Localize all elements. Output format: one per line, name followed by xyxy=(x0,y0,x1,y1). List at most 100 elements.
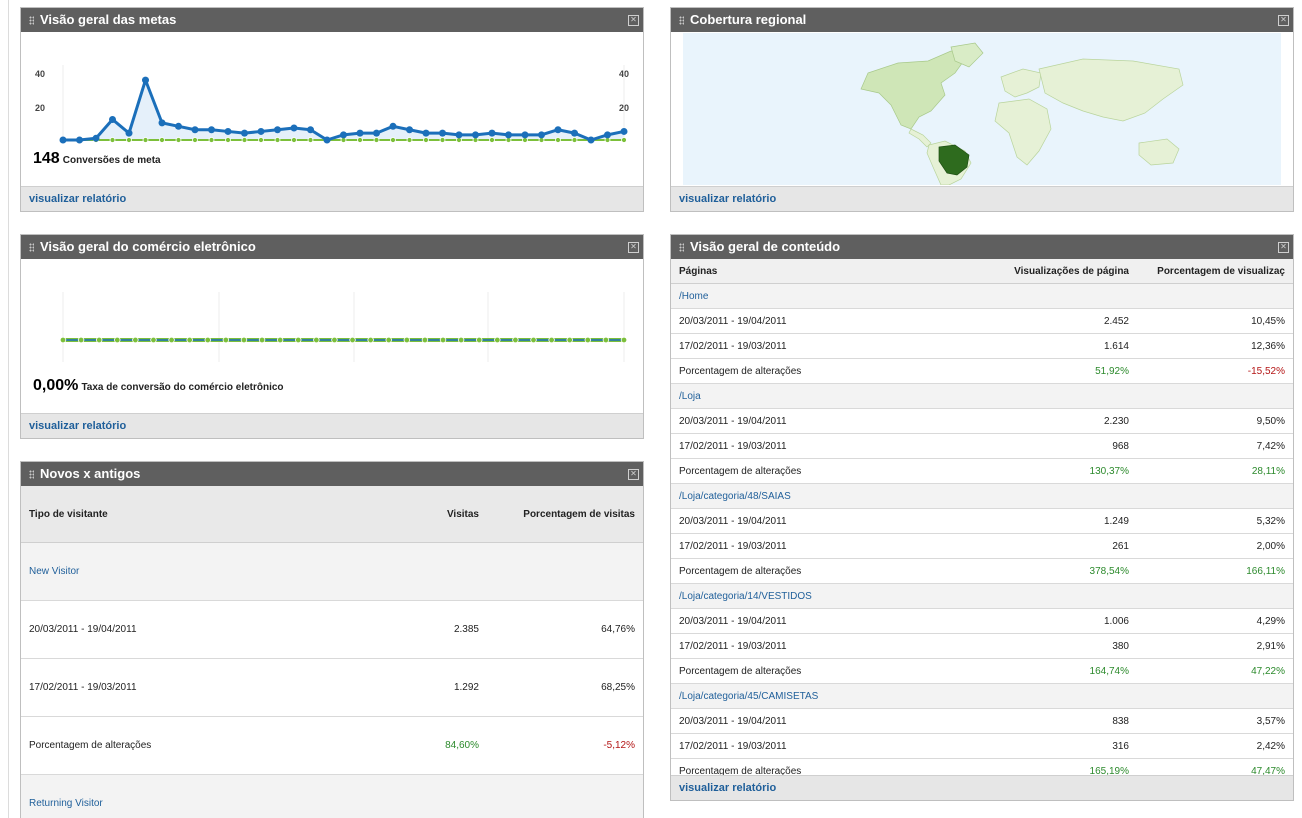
goals-series-2-point[interactable] xyxy=(274,137,281,143)
visitors-widget-header[interactable]: Novos x antigos ✕ xyxy=(21,462,643,486)
ecommerce-series-point[interactable] xyxy=(421,336,429,344)
ecommerce-series-point[interactable] xyxy=(566,336,573,344)
ecommerce-series-point[interactable] xyxy=(403,336,411,344)
goals-series-2-point[interactable] xyxy=(357,137,363,143)
ecommerce-series-point[interactable] xyxy=(331,336,338,344)
goals-series-2-point[interactable] xyxy=(390,137,396,143)
ecommerce-series-point[interactable] xyxy=(548,336,555,344)
ecommerce-series-point[interactable] xyxy=(186,336,193,344)
col-visits[interactable]: Visitas xyxy=(363,486,487,543)
ecommerce-series-point[interactable] xyxy=(584,336,592,344)
ecommerce-widget-header[interactable]: Visão geral do comércio eletrônico ✕ xyxy=(21,235,643,259)
goals-series-2-point[interactable] xyxy=(489,137,495,143)
content-page-link[interactable]: /Loja xyxy=(679,391,701,402)
col-pages[interactable]: Páginas xyxy=(671,259,911,284)
goals-series-2-point[interactable] xyxy=(159,137,165,143)
goals-series-2-point[interactable] xyxy=(241,137,248,143)
goals-series-2-point[interactable] xyxy=(126,137,132,143)
goals-series-1-point[interactable] xyxy=(620,127,628,135)
col-pageviews[interactable]: Visualizações de página xyxy=(910,259,1137,284)
ecommerce-series-point[interactable] xyxy=(222,336,230,344)
drag-grip-icon[interactable] xyxy=(679,16,684,25)
goals-series-1-point[interactable] xyxy=(488,129,496,137)
ecommerce-series-point[interactable] xyxy=(494,336,501,344)
content-page-link[interactable]: /Loja/categoria/14/VESTIDOS xyxy=(679,591,812,602)
goals-series-1-point[interactable] xyxy=(604,131,611,139)
ecommerce-series-point[interactable] xyxy=(95,336,103,344)
goals-series-1-point[interactable] xyxy=(356,129,364,137)
goals-series-1-point[interactable] xyxy=(208,126,215,134)
ecommerce-series-point[interactable] xyxy=(602,336,610,344)
close-icon[interactable]: ✕ xyxy=(628,469,639,480)
goals-series-2-point[interactable] xyxy=(406,137,413,143)
close-icon[interactable]: ✕ xyxy=(628,242,639,253)
close-icon[interactable]: ✕ xyxy=(1278,242,1289,253)
ecommerce-series-point[interactable] xyxy=(150,336,157,344)
region-widget-header[interactable]: Cobertura regional ✕ xyxy=(671,8,1293,32)
content-widget-header[interactable]: Visão geral de conteúdo ✕ xyxy=(671,235,1293,259)
ecommerce-series-point[interactable] xyxy=(385,336,392,344)
ecommerce-series-point[interactable] xyxy=(313,336,320,344)
goals-series-1-point[interactable] xyxy=(109,115,116,123)
drag-grip-icon[interactable] xyxy=(679,243,684,252)
ecommerce-series-point[interactable] xyxy=(295,336,302,344)
ecommerce-series-point[interactable] xyxy=(367,336,374,344)
ecommerce-series-point[interactable] xyxy=(349,336,356,344)
goals-series-1-point[interactable] xyxy=(323,136,331,144)
goals-series-1-point[interactable] xyxy=(472,131,479,139)
goals-series-1-point[interactable] xyxy=(158,119,166,127)
goals-series-1-point[interactable] xyxy=(191,126,199,134)
goals-series-1-point[interactable] xyxy=(571,129,578,137)
goals-series-1-point[interactable] xyxy=(554,126,562,134)
goals-series-1-point[interactable] xyxy=(125,129,133,137)
goals-series-1-point[interactable] xyxy=(373,129,380,137)
goals-series-2-point[interactable] xyxy=(192,137,198,143)
goals-series-1-point[interactable] xyxy=(142,76,149,84)
goals-series-1-point[interactable] xyxy=(521,131,529,139)
goals-series-1-point[interactable] xyxy=(59,136,67,144)
goals-series-1-point[interactable] xyxy=(455,131,463,139)
goals-series-1-point[interactable] xyxy=(307,126,314,134)
goals-series-2-point[interactable] xyxy=(571,137,578,143)
ecommerce-series-point[interactable] xyxy=(439,336,447,344)
ecommerce-series-point[interactable] xyxy=(240,336,248,344)
goals-series-1-point[interactable] xyxy=(274,126,281,134)
goals-series-1-point[interactable] xyxy=(439,129,446,137)
goals-series-1-point[interactable] xyxy=(422,129,430,137)
region-view-report-link[interactable]: visualizar relatório xyxy=(679,193,776,205)
goals-series-1-point[interactable] xyxy=(175,122,182,130)
goals-series-1-point[interactable] xyxy=(76,136,83,144)
ecommerce-series-point[interactable] xyxy=(476,336,483,344)
goals-series-1-point[interactable] xyxy=(340,131,347,139)
drag-grip-icon[interactable] xyxy=(29,16,34,25)
drag-grip-icon[interactable] xyxy=(29,470,34,479)
goals-series-2-point[interactable] xyxy=(175,137,182,143)
goals-series-2-point[interactable] xyxy=(291,137,297,143)
goals-series-2-point[interactable] xyxy=(423,137,429,143)
world-map[interactable] xyxy=(683,33,1281,185)
ecommerce-series-point[interactable] xyxy=(276,336,284,344)
ecommerce-series-point[interactable] xyxy=(530,336,537,344)
content-view-report-link[interactable]: visualizar relatório xyxy=(679,782,776,794)
goals-series-2-point[interactable] xyxy=(225,137,231,143)
goals-series-2-point[interactable] xyxy=(307,137,314,143)
goals-series-2-point[interactable] xyxy=(258,137,264,143)
goals-series-1-point[interactable] xyxy=(505,131,512,139)
goals-series-1-point[interactable] xyxy=(389,122,397,130)
ecommerce-series-point[interactable] xyxy=(258,336,266,344)
goals-view-report-link[interactable]: visualizar relatório xyxy=(29,193,126,205)
goals-series-2-point[interactable] xyxy=(621,137,627,143)
goals-series-1-point[interactable] xyxy=(92,134,100,142)
goals-series-1-point[interactable] xyxy=(587,136,595,144)
visitor-group-link[interactable]: Returning Visitor xyxy=(29,798,103,809)
goals-series-1-point[interactable] xyxy=(406,126,413,134)
ecommerce-series-point[interactable] xyxy=(512,336,519,344)
ecommerce-series-point[interactable] xyxy=(77,336,85,344)
close-icon[interactable]: ✕ xyxy=(1278,15,1289,26)
ecommerce-series-point[interactable] xyxy=(204,336,211,344)
goals-series-1-point[interactable] xyxy=(224,127,232,135)
goals-series-1-point[interactable] xyxy=(290,124,298,132)
visitor-group-link[interactable]: New Visitor xyxy=(29,566,79,577)
col-visits-pct[interactable]: Porcentagem de visitas xyxy=(487,486,643,543)
col-pageviews-pct[interactable]: Porcentagem de visualizaç xyxy=(1137,259,1293,284)
